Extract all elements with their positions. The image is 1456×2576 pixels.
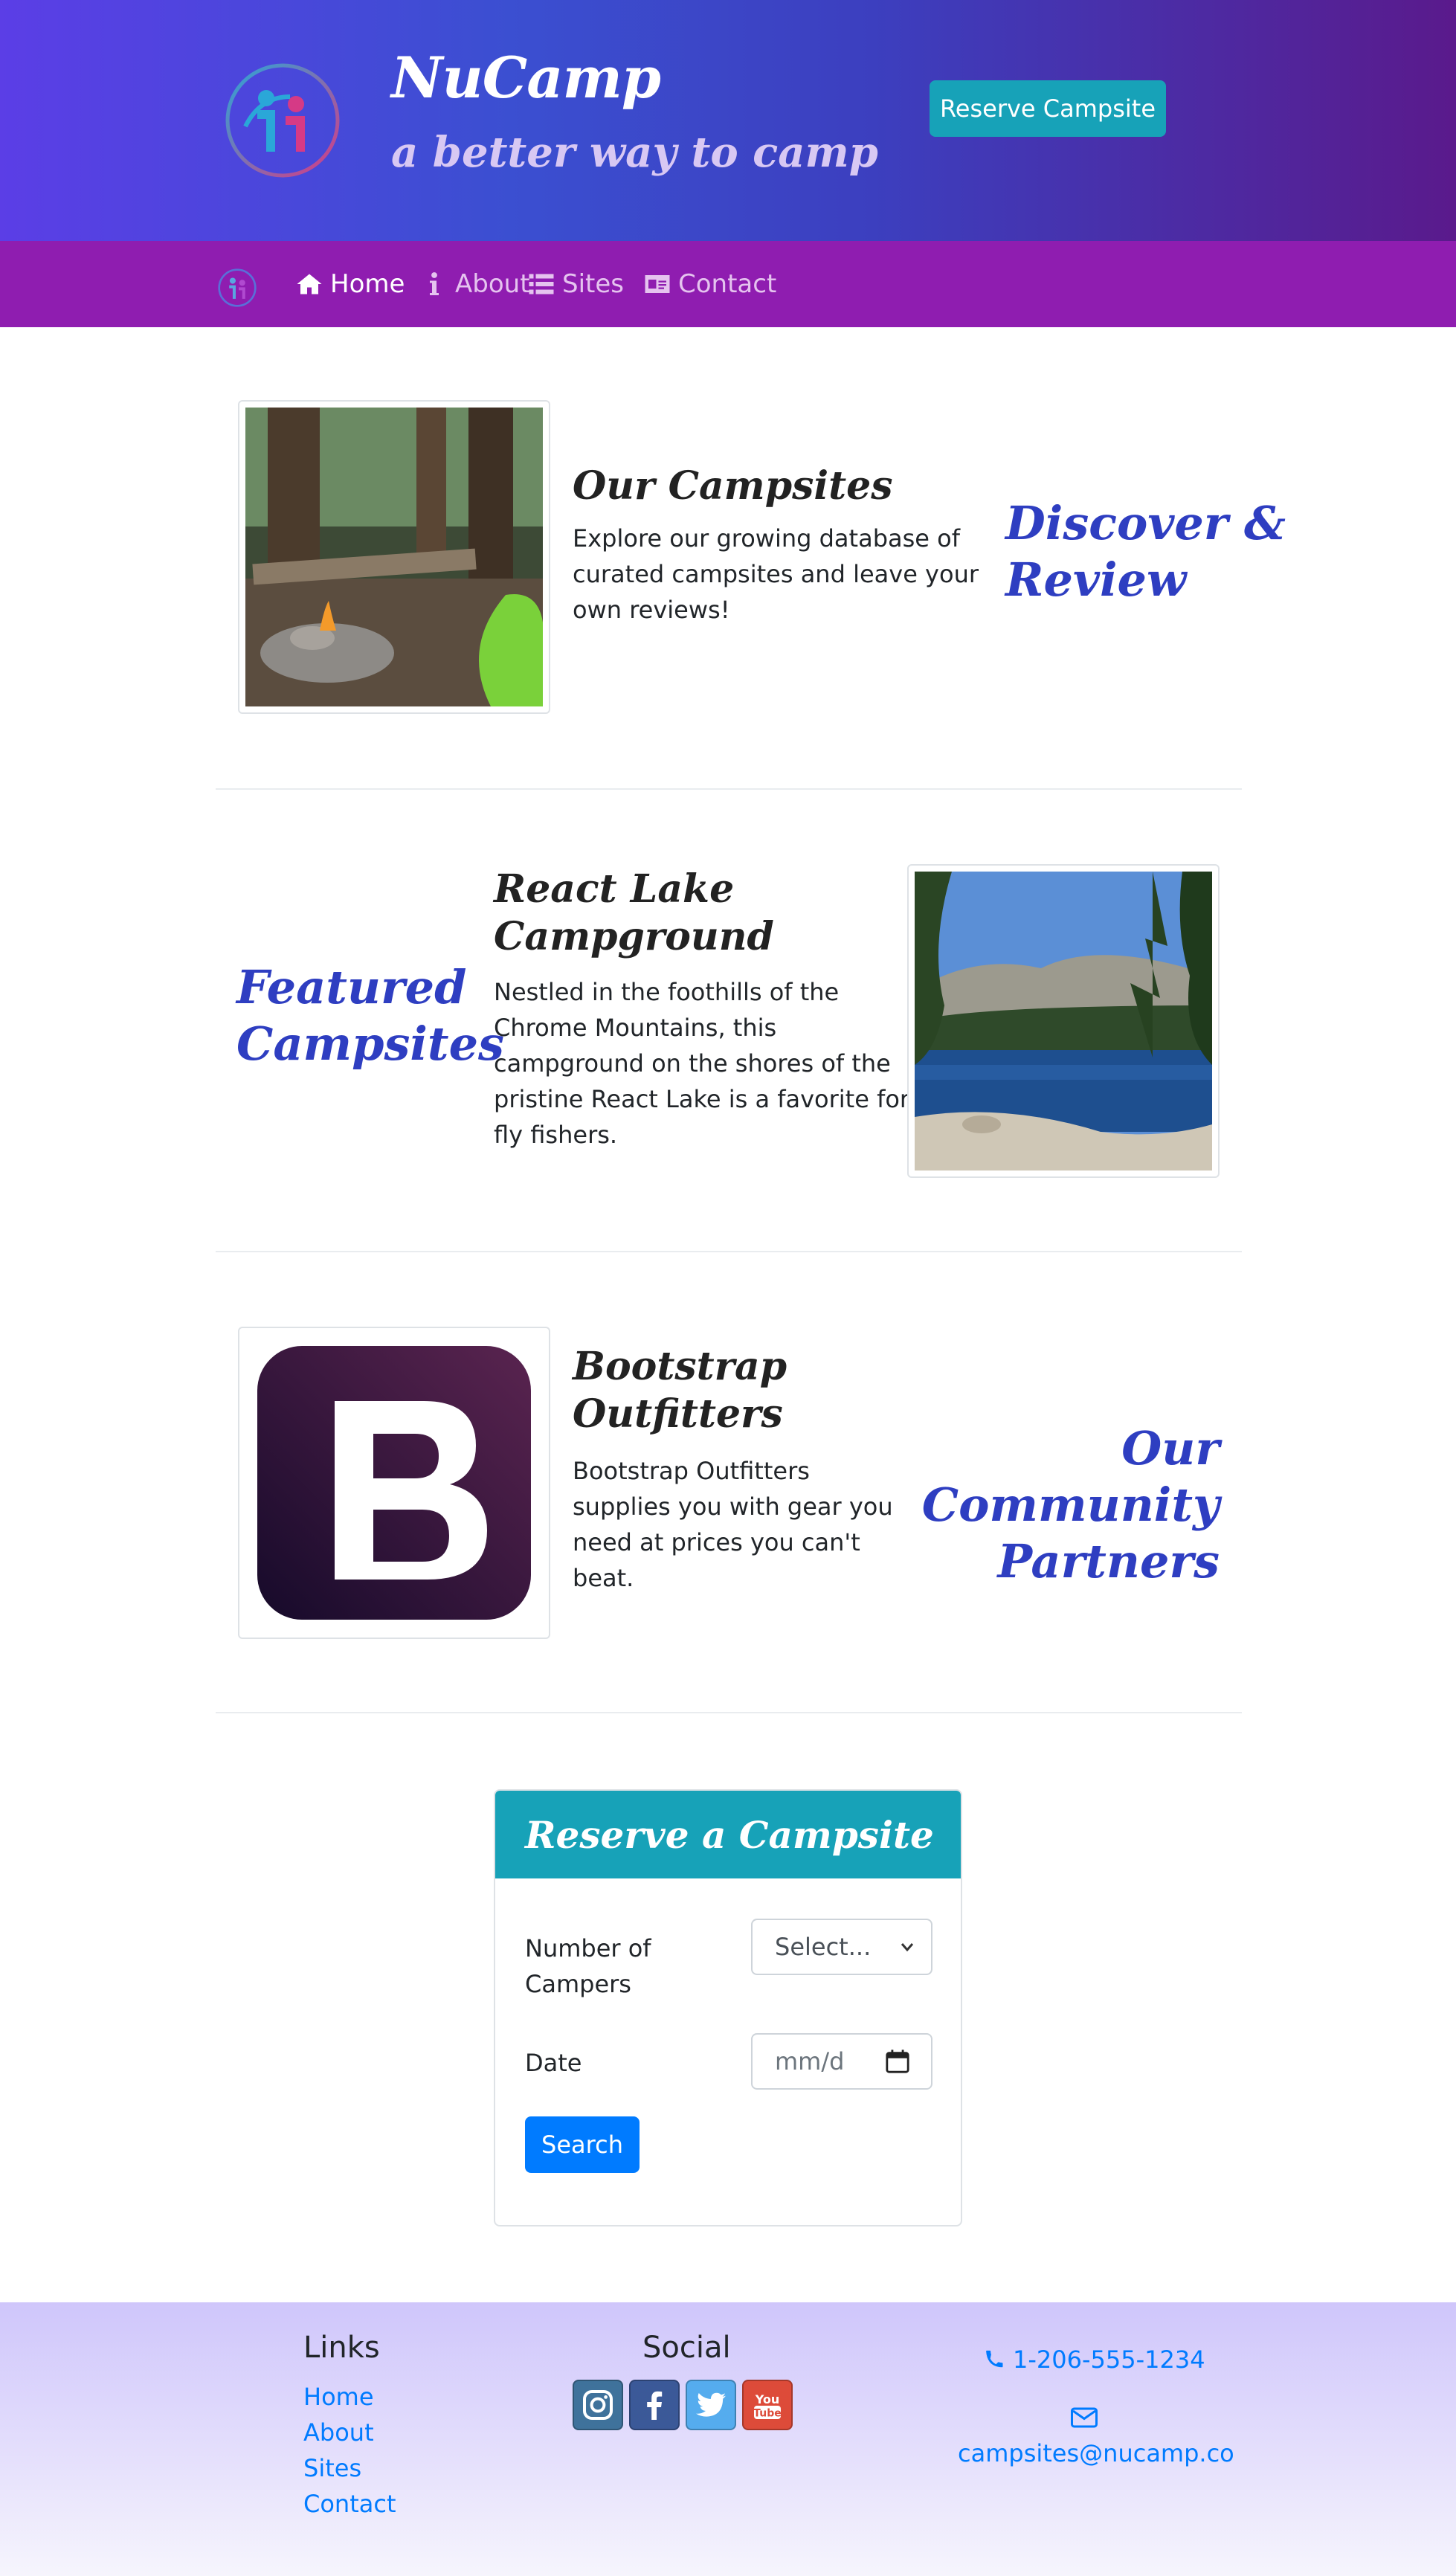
envelope-icon [1071,2407,1098,2428]
date-label: Date [525,2049,582,2077]
section-accent-title: Discover & Review [1005,496,1286,607]
campers-select-value: Select... [775,1933,872,1961]
footer-email-link[interactable]: campsites@nucamp.co [958,2439,1234,2467]
instagram-button[interactable] [573,2380,623,2430]
footer-links-heading: Links [303,2331,380,2365]
campers-select[interactable]: Select... [751,1919,932,1975]
campfire-photo [245,408,544,706]
youtube-button[interactable]: You Tube [742,2380,793,2430]
nav-item-contact[interactable]: Contact [644,266,776,302]
reserve-campsite-button[interactable]: Reserve Campsite [930,80,1166,137]
site-subtitle: a better way to camp [391,128,878,177]
navbar: Home About Sites Contact [0,241,1456,327]
reserve-card-title: Reserve a Campsite [525,1812,934,1857]
home-icon [297,274,322,294]
info-icon [430,272,439,295]
svg-text:Tube: Tube [753,2408,782,2420]
nav-item-label: Contact [678,269,777,299]
footer-link-contact[interactable]: Contact [303,2490,396,2518]
campsite-image [238,400,550,714]
site-title: NuCamp [391,45,661,111]
lake-photo [915,872,1212,1171]
divider [216,1712,1242,1713]
footer-social-heading: Social [642,2331,731,2365]
search-button[interactable]: Search [525,2116,640,2173]
section-text: Bootstrap Outfitters supplies you with g… [573,1457,893,1592]
nav-item-label: About [455,269,530,299]
address-card-icon [645,275,670,293]
partner-image [238,1327,550,1639]
lake-image [907,864,1220,1178]
section-text: Nestled in the foothills of the Chrome M… [494,978,910,1149]
section-title: React Lake Campground [494,866,774,959]
nav-item-label: Home [330,269,405,299]
section-title: Our Campsites [573,463,893,509]
section-accent-title: Our Community Partners [921,1421,1220,1588]
svg-text:You: You [755,2392,780,2406]
nav-item-label: Sites [562,269,624,299]
twitter-icon [696,2392,726,2417]
nav-item-about[interactable]: About [421,266,530,302]
section-title: Bootstrap Outfitters [573,1344,787,1437]
nucamp-nav-logo-icon[interactable] [217,268,257,308]
nucamp-logo-icon [225,63,340,178]
instagram-icon [583,2390,613,2420]
twitter-button[interactable] [686,2380,736,2430]
youtube-icon: You Tube [753,2392,782,2420]
section-accent-title: Featured Campsites [236,960,504,1071]
date-placeholder: mm/d [775,2047,845,2076]
reserve-card: Reserve a Campsite Number of Campers Sel… [494,1789,962,2226]
campers-label: Number of Campers [525,1934,651,1998]
bootstrap-logo [257,1346,531,1620]
footer-link-home[interactable]: Home [303,2383,374,2411]
nav-item-sites[interactable]: Sites [528,266,624,302]
footer-link-about[interactable]: About [303,2418,374,2447]
divider [216,788,1242,790]
footer-phone-link[interactable]: 1-206-555-1234 [985,2345,1205,2374]
footer-link-sites[interactable]: Sites [303,2454,361,2482]
nav-item-home[interactable]: Home [296,266,405,302]
list-icon [529,274,554,294]
divider [216,1251,1242,1252]
phone-icon [986,2350,1003,2368]
section-text: Explore our growing database of curated … [573,524,979,624]
calendar-icon[interactable] [885,2048,910,2075]
chevron-down-icon [901,1943,914,1952]
header-jumbotron: NuCamp a better way to camp Reserve Camp… [0,0,1456,241]
date-input[interactable]: mm/d [751,2033,932,2090]
facebook-icon [647,2391,663,2420]
facebook-button[interactable] [629,2380,680,2430]
reserve-card-header: Reserve a Campsite [495,1791,961,1878]
